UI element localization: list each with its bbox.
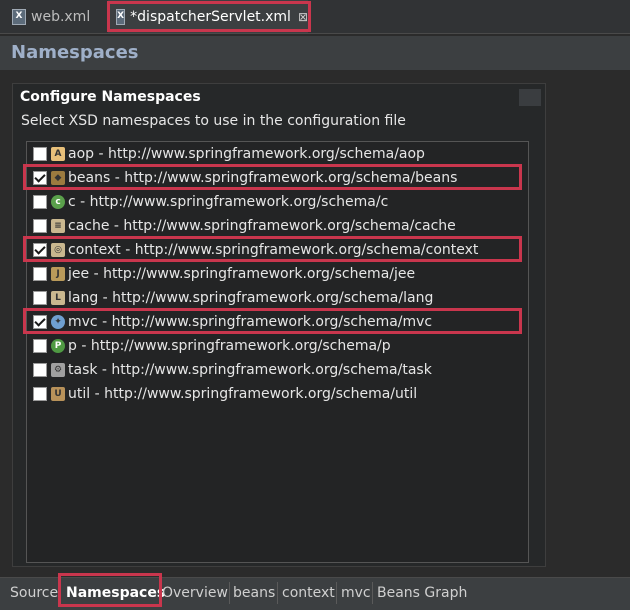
namespace-item-jee[interactable]: J jee - http://www.springframework.org/s… [33, 263, 415, 285]
namespace-item-context[interactable]: ◎ context - http://www.springframework.o… [33, 239, 478, 261]
xml-file-icon: X [12, 8, 26, 25]
namespace-label: c - http://www.springframework.org/schem… [68, 194, 389, 210]
checkbox[interactable] [33, 315, 47, 329]
tab-beans[interactable]: beans [233, 578, 275, 608]
tab-mvc[interactable]: mvc [341, 578, 371, 608]
namespace-label: p - http://www.springframework.org/schem… [68, 338, 391, 354]
namespace-label: util - http://www.springframework.org/sc… [68, 386, 418, 402]
checkbox[interactable] [33, 291, 47, 305]
section-title: Configure Namespaces [20, 89, 201, 105]
tab-separator [336, 582, 337, 604]
cache-icon: ≡ [51, 219, 65, 233]
tab-separator [229, 582, 230, 604]
c-icon: c [51, 195, 65, 209]
util-icon: U [51, 387, 65, 401]
namespace-label: beans - http://www.springframework.org/s… [68, 170, 458, 186]
page-header: Namespaces [0, 36, 630, 70]
checkbox[interactable] [33, 195, 47, 209]
namespace-item-cache[interactable]: ≡ cache - http://www.springframework.org… [33, 215, 456, 237]
checkbox[interactable] [33, 387, 47, 401]
jee-icon: J [51, 267, 65, 281]
editor-tab-label: *dispatcherServlet.xml [130, 8, 291, 25]
p-icon: P [51, 339, 65, 353]
namespace-label: task - http://www.springframework.org/sc… [68, 362, 432, 378]
page-tab-bar: Source Namespaces Overview beans context… [0, 577, 630, 610]
task-icon: ⚙ [51, 363, 65, 377]
tab-context[interactable]: context [282, 578, 335, 608]
tab-separator [277, 582, 278, 604]
namespace-item-aop[interactable]: A aop - http://www.springframework.org/s… [33, 143, 425, 165]
namespace-label: cache - http://www.springframework.org/s… [68, 218, 456, 234]
mvc-icon: ✦ [51, 315, 65, 329]
namespace-list[interactable]: A aop - http://www.springframework.org/s… [26, 141, 529, 563]
section-description: Select XSD namespaces to use in the conf… [21, 113, 406, 129]
checkbox[interactable] [33, 267, 47, 281]
tab-source[interactable]: Source [10, 578, 58, 608]
tab-separator [372, 582, 373, 604]
tab-separator [60, 582, 61, 604]
tab-overview[interactable]: Overview [162, 578, 228, 608]
checkbox[interactable] [33, 147, 47, 161]
lang-icon: L [51, 291, 65, 305]
tab-namespaces[interactable]: Namespaces [66, 578, 165, 608]
editor-tab-bar: X web.xml X *dispatcherServlet.xml ⊠ [0, 0, 630, 34]
namespace-label: context - http://www.springframework.org… [68, 242, 479, 258]
checkbox[interactable] [33, 339, 47, 353]
close-icon[interactable]: ⊠ [298, 10, 308, 24]
namespace-item-c[interactable]: c c - http://www.springframework.org/sch… [33, 191, 388, 213]
tab-separator [159, 582, 160, 604]
checkbox[interactable] [33, 171, 47, 185]
editor-tab-web-xml[interactable]: X web.xml [12, 0, 90, 33]
namespace-item-util[interactable]: U util - http://www.springframework.org/… [33, 383, 417, 405]
namespace-item-mvc[interactable]: ✦ mvc - http://www.springframework.org/s… [33, 311, 432, 333]
namespace-item-beans[interactable]: ◆ beans - http://www.springframework.org… [33, 167, 457, 189]
namespace-item-lang[interactable]: L lang - http://www.springframework.org/… [33, 287, 433, 309]
section-toolbar-button[interactable] [519, 89, 541, 106]
checkbox[interactable] [33, 219, 47, 233]
editor-tab-dispatcher-servlet[interactable]: X *dispatcherServlet.xml ⊠ [108, 0, 308, 33]
context-icon: ◎ [51, 243, 65, 257]
aop-icon: A [51, 147, 65, 161]
namespace-label: lang - http://www.springframework.org/sc… [68, 290, 434, 306]
namespace-label: mvc - http://www.springframework.org/sch… [68, 314, 433, 330]
namespace-label: aop - http://www.springframework.org/sch… [68, 146, 425, 162]
beans-icon: ◆ [51, 171, 65, 185]
tab-beans-graph[interactable]: Beans Graph [377, 578, 467, 608]
namespace-label: jee - http://www.springframework.org/sch… [68, 266, 416, 282]
xml-file-icon: X [116, 8, 126, 25]
namespace-item-p[interactable]: P p - http://www.springframework.org/sch… [33, 335, 391, 357]
checkbox[interactable] [33, 243, 47, 257]
editor-tab-label: web.xml [31, 8, 91, 25]
checkbox[interactable] [33, 363, 47, 377]
page-title: Namespaces [11, 42, 139, 63]
namespace-item-task[interactable]: ⚙ task - http://www.springframework.org/… [33, 359, 432, 381]
